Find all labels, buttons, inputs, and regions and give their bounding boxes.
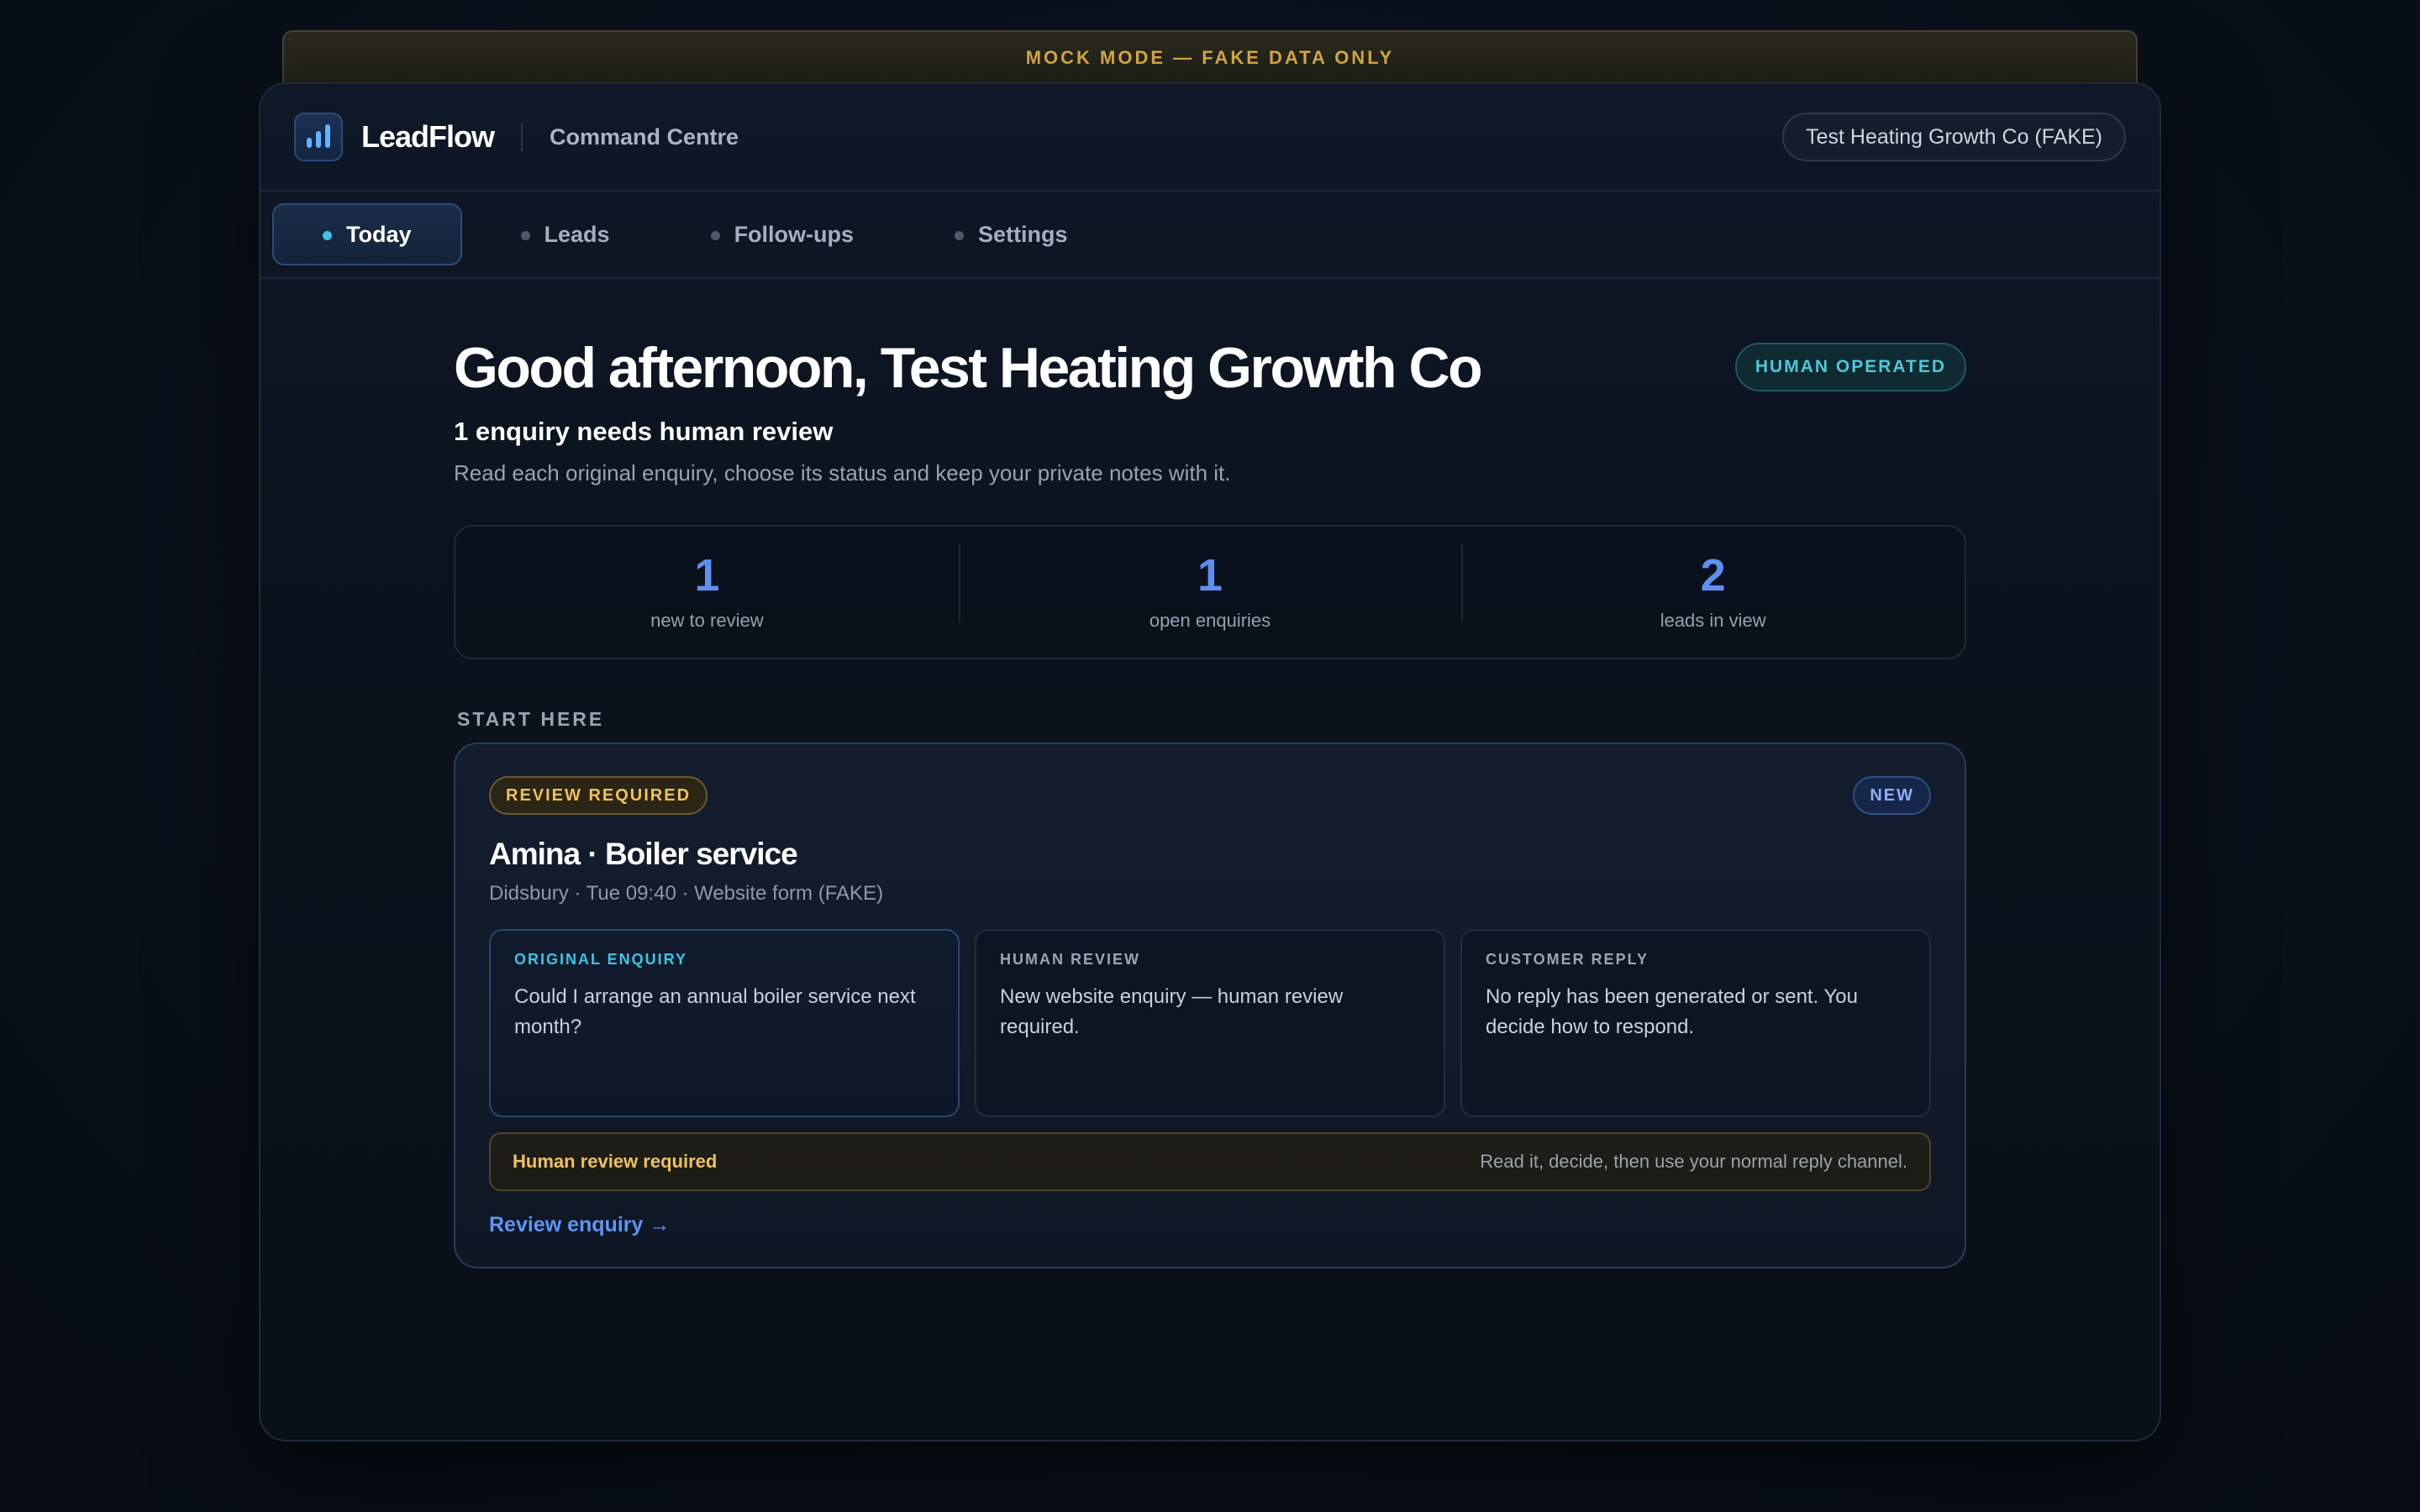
bar-chart-icon xyxy=(294,113,343,161)
enquiry-panels: ORIGINAL ENQUIRY Could I arrange an annu… xyxy=(489,929,1931,1117)
alert-text: Read it, decide, then use your normal re… xyxy=(1480,1151,1907,1172)
panel-text: No reply has been generated or sent. You… xyxy=(1486,985,1858,1038)
stat-value: 1 xyxy=(694,550,720,601)
new-badge: NEW xyxy=(1853,776,1931,815)
stat-label: open enquiries xyxy=(1149,610,1271,631)
review-alert: Human review required Read it, decide, t… xyxy=(489,1132,1931,1191)
tab-label: Leads xyxy=(544,221,610,247)
stat-open-enquiries: 1 open enquiries xyxy=(958,544,1462,632)
organization-pill[interactable]: Test Heating Growth Co (FAKE) xyxy=(1782,113,2126,161)
mock-mode-banner: MOCK MODE — FAKE DATA ONLY xyxy=(282,30,2138,84)
panel-text: Could I arrange an annual boiler service… xyxy=(514,985,916,1038)
panel-label: ORIGINAL ENQUIRY xyxy=(514,951,688,968)
status-badge: REVIEW REQUIRED xyxy=(489,776,708,815)
alert-title: Human review required xyxy=(513,1151,718,1172)
tab-leads[interactable]: Leads xyxy=(472,203,652,265)
tab-label: Settings xyxy=(978,221,1068,247)
app-subtitle: Command Centre xyxy=(550,123,739,150)
main-nav: Today Leads Follow-ups Settings xyxy=(260,192,2160,279)
brand-name: LeadFlow xyxy=(361,119,495,154)
stat-label: leads in view xyxy=(1660,610,1766,631)
stats-panel: 1 new to review 1 open enquiries 2 leads… xyxy=(454,525,1966,659)
mode-badge: HUMAN OPERATED xyxy=(1734,343,1966,391)
page-description: Read each original enquiry, choose its s… xyxy=(454,460,1231,486)
section-label: START HERE xyxy=(457,708,605,730)
tab-label: Today xyxy=(346,221,412,247)
tab-today[interactable]: Today xyxy=(272,203,462,265)
app-window: LeadFlow Command Centre Test Heating Gro… xyxy=(259,82,2161,1441)
mock-mode-text: MOCK MODE — FAKE DATA ONLY xyxy=(1025,47,1395,68)
panel-text: New website enquiry — human review requi… xyxy=(1000,985,1344,1038)
human-review-panel: HUMAN REVIEW New website enquiry — human… xyxy=(975,929,1445,1117)
stat-value: 1 xyxy=(1197,550,1223,601)
active-dot-icon xyxy=(323,231,332,240)
panel-label: CUSTOMER REPLY xyxy=(1486,951,1649,968)
tab-label: Follow-ups xyxy=(734,221,855,247)
stat-label: new to review xyxy=(650,610,764,631)
lead-meta: Didsbury · Tue 09:40 · Website form (FAK… xyxy=(489,882,884,905)
main-content: Good afternoon, Test Heating Growth Co H… xyxy=(454,328,1966,1268)
header-divider xyxy=(521,123,523,151)
stat-value: 2 xyxy=(1700,550,1726,601)
stat-leads-in-view: 2 leads in view xyxy=(1461,544,1965,632)
dot-icon xyxy=(710,231,720,240)
dot-icon xyxy=(520,231,530,240)
original-enquiry-panel: ORIGINAL ENQUIRY Could I arrange an annu… xyxy=(489,929,960,1117)
lead-title: Amina · Boiler service xyxy=(489,837,798,871)
review-enquiry-link[interactable]: Review enquiry → xyxy=(489,1213,670,1237)
review-summary: 1 enquiry needs human review xyxy=(454,417,834,446)
panel-label: HUMAN REVIEW xyxy=(1000,951,1140,968)
dot-icon xyxy=(955,231,965,240)
tab-settings[interactable]: Settings xyxy=(906,203,1110,265)
tab-follow-ups[interactable]: Follow-ups xyxy=(662,203,896,265)
stat-new-to-review: 1 new to review xyxy=(455,553,959,632)
app-header: LeadFlow Command Centre Test Heating Gro… xyxy=(260,84,2160,192)
customer-reply-panel: CUSTOMER REPLY No reply has been generat… xyxy=(1460,929,1931,1117)
enquiry-card[interactable]: REVIEW REQUIRED NEW Amina · Boiler servi… xyxy=(454,743,1966,1268)
